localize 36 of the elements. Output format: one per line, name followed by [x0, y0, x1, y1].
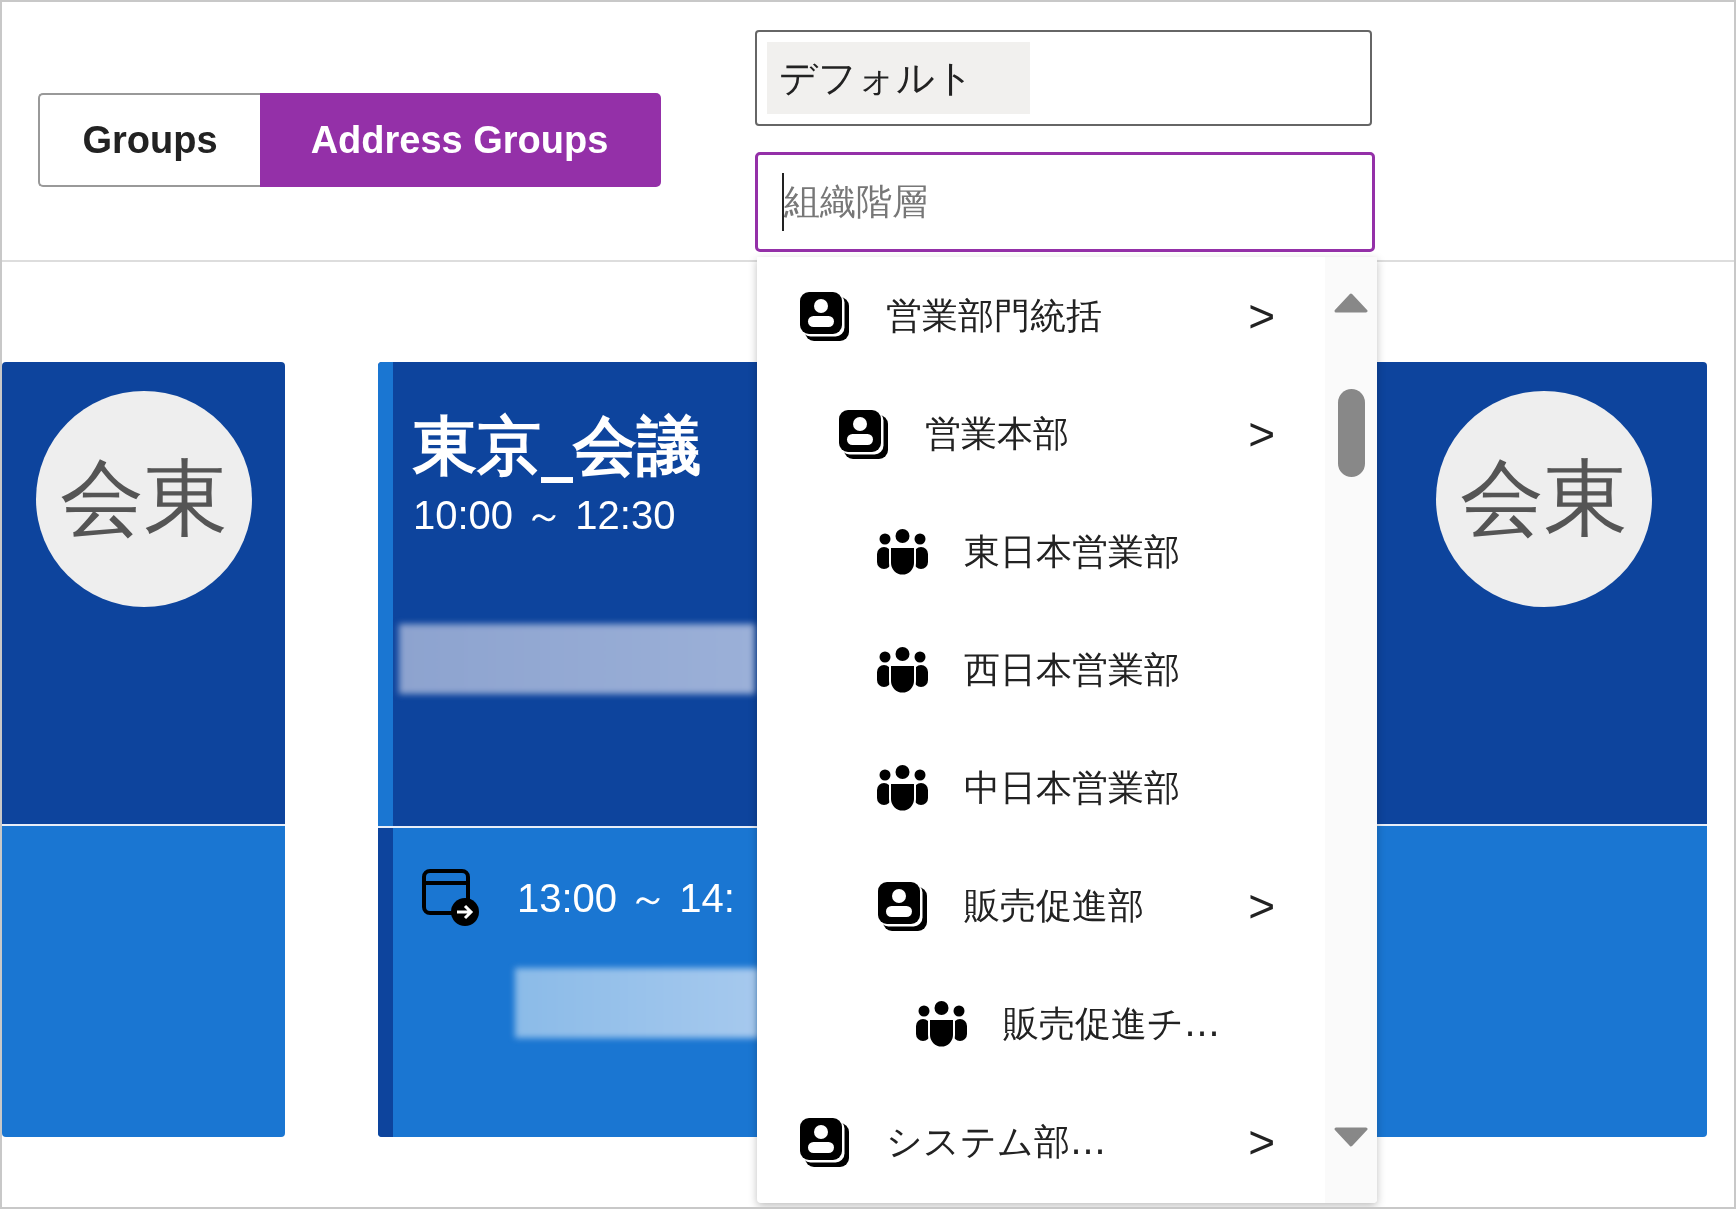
scroll-thumb[interactable]: [1337, 389, 1365, 477]
room-avatar: 会東: [1436, 391, 1652, 607]
selected-value: デフォルト: [767, 42, 1030, 114]
meeting-time: 13:00 ～ 14:: [517, 875, 735, 922]
hierarchy-item[interactable]: 販売促進部 >: [757, 847, 1325, 965]
chevron: >: [1248, 407, 1275, 461]
view-tab[interactable]: Address Groups: [260, 93, 661, 187]
scroll-up-arrow-icon[interactable]: [1334, 293, 1368, 313]
meeting-time: 10:00 ～ 12:30: [413, 492, 677, 539]
hierarchy-item[interactable]: 西日本営業部: [757, 611, 1325, 729]
chevron: >: [1248, 289, 1275, 343]
chevron: >: [1248, 879, 1275, 933]
item-label: 販売促進チ…: [1003, 1001, 1220, 1046]
text-caret: [782, 173, 784, 231]
room-avatar: 会東: [35, 391, 252, 607]
item-label: 販売促進部: [964, 883, 1144, 928]
hierarchy-item[interactable]: 営業本部 >: [757, 375, 1325, 493]
item-label: 営業本部: [925, 411, 1069, 456]
item-label: システム部…: [886, 1119, 1106, 1164]
item-label: 営業部門統括: [886, 293, 1102, 338]
hierarchy-search-field[interactable]: 組織階層: [755, 152, 1375, 252]
hierarchy-item[interactable]: システム部… >: [757, 1083, 1325, 1201]
hierarchy-item[interactable]: 営業部門統括 >: [757, 257, 1325, 375]
room-title: 東京_会議: [413, 408, 702, 485]
hierarchy-item[interactable]: 中日本営業部: [757, 729, 1325, 847]
hierarchy-item[interactable]: 東日本営業部: [757, 493, 1325, 611]
scroll-down-arrow-icon[interactable]: [1334, 1127, 1368, 1147]
hierarchy-item[interactable]: 販売促進チ…: [757, 965, 1325, 1083]
group-select[interactable]: デフォルト: [755, 30, 1372, 126]
item-label: 中日本営業部: [964, 765, 1180, 810]
scrollbar[interactable]: [1325, 257, 1377, 1203]
view-tab[interactable]: Groups: [38, 93, 260, 187]
chevron: >: [1248, 1115, 1275, 1169]
item-label: 西日本営業部: [964, 647, 1180, 692]
calendar-arrow-icon: [421, 868, 481, 928]
item-label: 東日本営業部: [964, 529, 1180, 574]
